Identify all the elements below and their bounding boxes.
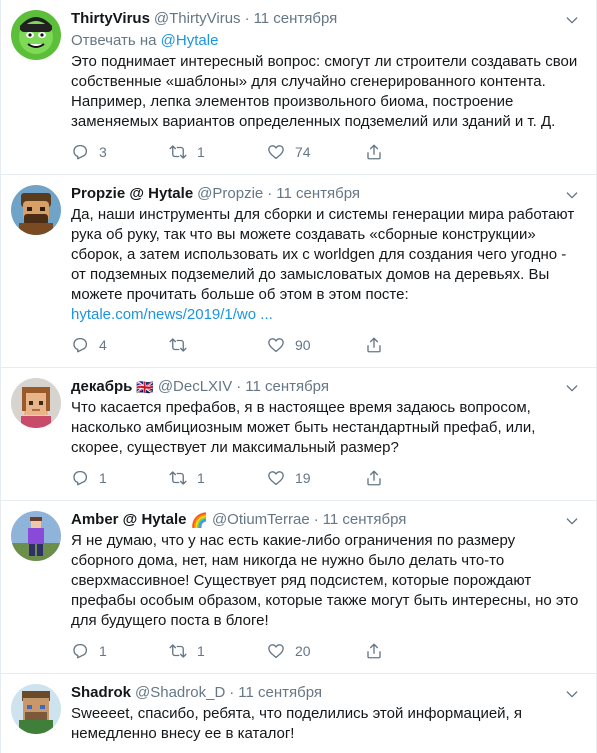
tweet-date[interactable]: 11 сентября: [238, 683, 322, 703]
share-icon: [367, 470, 381, 486]
share-icon: [367, 144, 381, 160]
separator-dot: ·: [229, 684, 235, 701]
replying-to-label: Отвечать на: [71, 32, 157, 49]
author-name[interactable]: Propzie @ Hytale: [71, 184, 193, 204]
reply-count: 1: [99, 470, 107, 486]
heart-icon: [268, 644, 284, 659]
tweet-text: Я не думаю, что у нас есть какие-либо ог…: [71, 532, 579, 629]
tweet[interactable]: декабрь 🇬🇧 @DecLXIV · 11 сентября Что ка…: [1, 368, 596, 501]
retweet-icon: [169, 145, 187, 159]
author-name[interactable]: ThirtyVirus: [71, 9, 150, 29]
retweet-icon: [169, 644, 187, 658]
like-button[interactable]: 20: [267, 642, 365, 660]
retweet-button[interactable]: 1: [169, 469, 267, 487]
retweet-icon: [169, 471, 187, 485]
retweet-button[interactable]: 1: [169, 143, 267, 161]
tweet-body: Да, наши инструменты для сборки и систем…: [71, 206, 575, 303]
tweet-text: Sweeeet, спасибо, ребята, что поделились…: [71, 705, 523, 742]
reply-count: 1: [99, 643, 107, 659]
reply-icon: [73, 337, 88, 353]
tweet-date[interactable]: 11 сентября: [254, 9, 338, 29]
replying-to: Отвечать на @Hytale: [71, 31, 581, 51]
like-button[interactable]: 74: [267, 143, 365, 161]
share-button[interactable]: [365, 336, 463, 354]
retweet-icon: [169, 338, 187, 352]
like-count: 20: [295, 643, 311, 659]
share-icon: [367, 643, 381, 659]
tweet[interactable]: ThirtyVirus @ThirtyVirus · 11 сентября О…: [1, 0, 596, 175]
heart-icon: [268, 145, 284, 160]
share-icon: [367, 337, 381, 353]
author-name[interactable]: декабрь: [71, 377, 132, 397]
share-button[interactable]: [365, 469, 463, 487]
retweet-count: 1: [197, 643, 205, 659]
author-handle[interactable]: @Shadrok_D: [135, 683, 225, 703]
tweet-actions: 1 1 19: [71, 460, 581, 496]
rainbow-emoji: 🌈: [190, 512, 208, 528]
avatar[interactable]: [11, 10, 61, 60]
reply-button[interactable]: 1: [71, 469, 169, 487]
reply-thread: ThirtyVirus @ThirtyVirus · 11 сентября О…: [0, 0, 597, 753]
reply-count: 3: [99, 144, 107, 160]
tweet-actions: 1 1 10: [71, 746, 581, 753]
share-button[interactable]: [365, 642, 463, 660]
tweet-text: Что касается префабов, я в настоящее вре…: [71, 399, 536, 456]
chevron-down-icon[interactable]: [564, 380, 580, 396]
avatar[interactable]: [11, 684, 61, 734]
reply-button[interactable]: 3: [71, 143, 169, 161]
separator-dot: ·: [236, 378, 242, 395]
tweet-date[interactable]: 11 сентября: [276, 184, 360, 204]
retweet-button[interactable]: [169, 336, 267, 354]
author-handle[interactable]: @Propzie: [197, 184, 263, 204]
reply-count: 4: [99, 337, 107, 353]
like-count: 19: [295, 470, 311, 486]
reply-icon: [73, 643, 88, 659]
tweet-text: Это поднимает интересный вопрос: смогут …: [71, 53, 578, 130]
chevron-down-icon[interactable]: [564, 187, 580, 203]
tweet[interactable]: Shadrok @Shadrok_D · 11 сентября Sweeeet…: [1, 674, 596, 753]
avatar[interactable]: [11, 511, 61, 561]
separator-dot: ·: [244, 10, 250, 27]
tweet-actions: 1 1 20: [71, 633, 581, 669]
like-count: 90: [295, 337, 311, 353]
chevron-down-icon[interactable]: [564, 12, 580, 28]
flag-emoji: 🇬🇧: [136, 379, 154, 395]
reply-button[interactable]: 1: [71, 642, 169, 660]
reply-icon: [73, 470, 88, 486]
retweet-count: 1: [197, 144, 205, 160]
reply-button[interactable]: 4: [71, 336, 169, 354]
tweet[interactable]: Amber @ Hytale 🌈 @OtiumTerrae · 11 сентя…: [1, 501, 596, 674]
tweet-date[interactable]: 11 сентября: [323, 510, 407, 530]
chevron-down-icon[interactable]: [564, 686, 580, 702]
chevron-down-icon[interactable]: [564, 513, 580, 529]
tweet-actions: 4 90: [71, 327, 581, 363]
like-button[interactable]: 19: [267, 469, 365, 487]
reply-icon: [73, 144, 88, 160]
tweet-link[interactable]: hytale.com/news/2019/1/wo ...: [71, 306, 273, 323]
author-handle[interactable]: @DecLXIV: [158, 377, 232, 397]
separator-dot: ·: [313, 511, 319, 528]
author-name[interactable]: Amber @ Hytale: [71, 510, 187, 530]
retweet-button[interactable]: 1: [169, 642, 267, 660]
author-name[interactable]: Shadrok: [71, 683, 131, 703]
tweet[interactable]: Propzie @ Hytale @Propzie · 11 сентября …: [1, 175, 596, 368]
heart-icon: [268, 471, 284, 486]
author-handle[interactable]: @ThirtyVirus: [154, 9, 241, 29]
like-count: 74: [295, 144, 311, 160]
retweet-count: 1: [197, 470, 205, 486]
replying-to-mention[interactable]: @Hytale: [161, 32, 219, 49]
avatar[interactable]: [11, 185, 61, 235]
heart-icon: [268, 338, 284, 353]
tweet-text: Да, наши инструменты для сборки и систем…: [71, 205, 581, 325]
author-handle[interactable]: @OtiumTerrae: [212, 510, 310, 530]
like-button[interactable]: 90: [267, 336, 365, 354]
avatar[interactable]: [11, 378, 61, 428]
share-button[interactable]: [365, 143, 463, 161]
tweet-date[interactable]: 11 сентября: [245, 377, 329, 397]
separator-dot: ·: [267, 185, 273, 202]
tweet-actions: 3 1 74: [71, 134, 581, 170]
